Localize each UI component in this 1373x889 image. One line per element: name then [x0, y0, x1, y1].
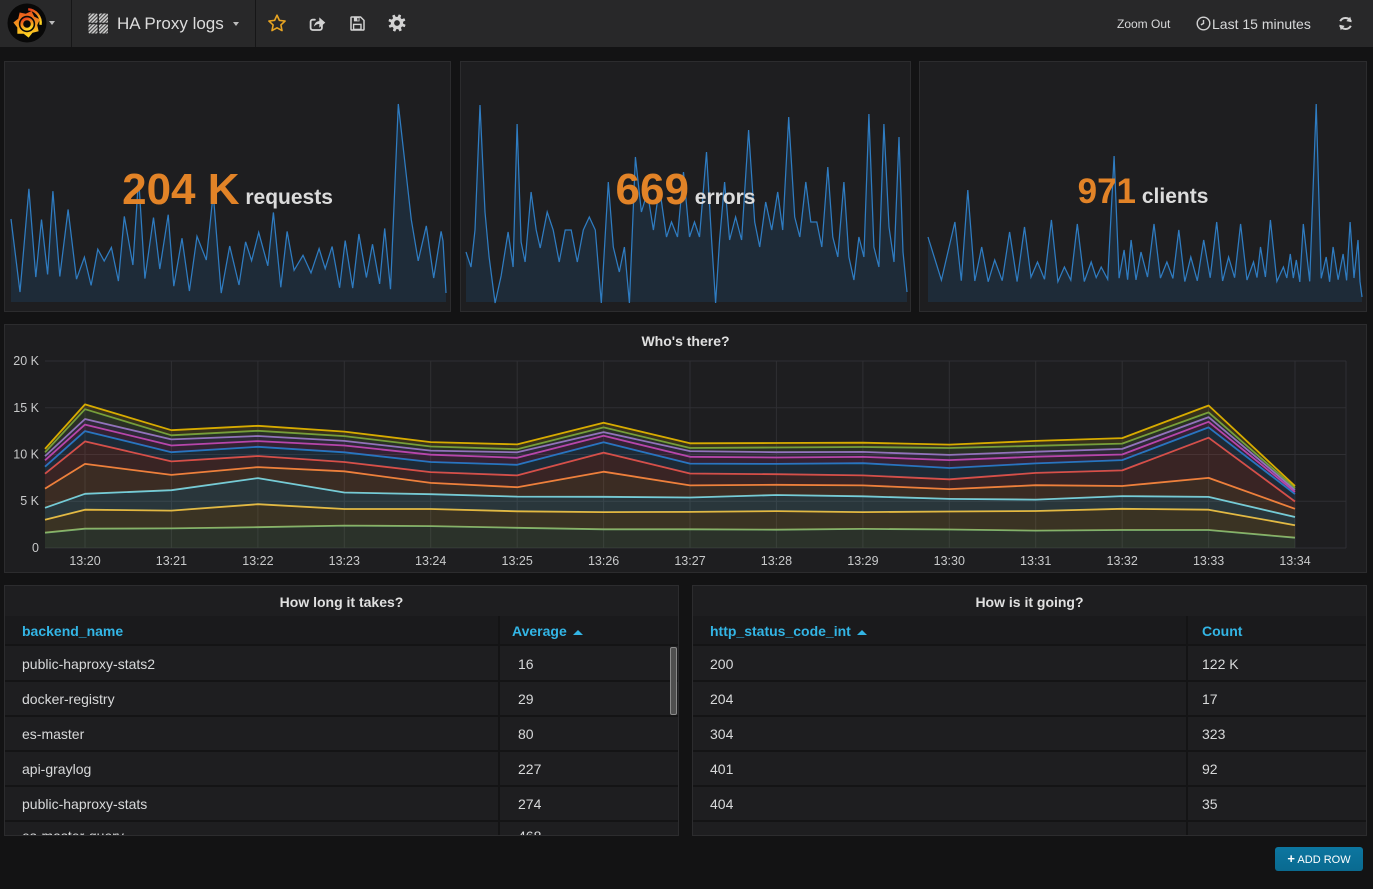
- svg-text:13:27: 13:27: [674, 554, 705, 568]
- svg-text:13:23: 13:23: [329, 554, 360, 568]
- svg-text:0: 0: [32, 541, 39, 555]
- svg-text:13:28: 13:28: [761, 554, 792, 568]
- svg-text:13:26: 13:26: [588, 554, 619, 568]
- svg-text:10 K: 10 K: [13, 448, 39, 462]
- svg-text:13:22: 13:22: [242, 554, 273, 568]
- svg-text:20 K: 20 K: [13, 354, 39, 368]
- svg-text:13:25: 13:25: [502, 554, 533, 568]
- svg-text:13:30: 13:30: [934, 554, 965, 568]
- svg-text:13:21: 13:21: [156, 554, 187, 568]
- svg-text:13:34: 13:34: [1279, 554, 1310, 568]
- svg-text:13:32: 13:32: [1107, 554, 1138, 568]
- svg-text:5 K: 5 K: [20, 494, 39, 508]
- svg-text:13:33: 13:33: [1193, 554, 1224, 568]
- svg-text:13:20: 13:20: [69, 554, 100, 568]
- svg-text:15 K: 15 K: [13, 401, 39, 415]
- svg-text:13:31: 13:31: [1020, 554, 1051, 568]
- svg-text:13:29: 13:29: [847, 554, 878, 568]
- svg-text:13:24: 13:24: [415, 554, 446, 568]
